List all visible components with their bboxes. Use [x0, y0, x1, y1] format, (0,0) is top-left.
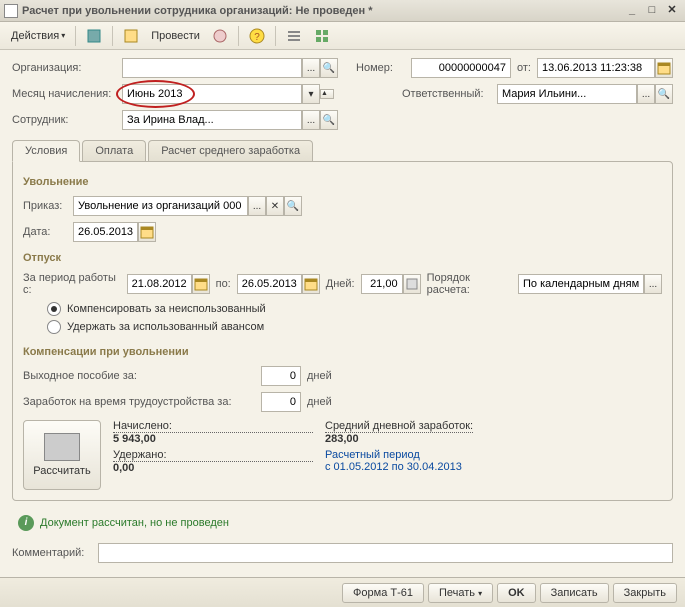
- calc-period-value[interactable]: с 01.05.2012 по 30.04.2013: [325, 461, 473, 473]
- tab-payment[interactable]: Оплата: [82, 140, 146, 161]
- tab-avg-calc[interactable]: Расчет среднего заработка: [148, 140, 313, 161]
- period-to-input[interactable]: [237, 274, 302, 294]
- form-t61-button[interactable]: Форма Т-61: [342, 583, 424, 603]
- calculate-button[interactable]: Рассчитать: [23, 420, 101, 490]
- maximize-icon[interactable]: □: [643, 3, 661, 19]
- print-button[interactable]: Печать ▾: [428, 583, 493, 603]
- save-button[interactable]: Записать: [540, 583, 609, 603]
- period-label: За период работы с:: [23, 272, 123, 296]
- minimize-icon[interactable]: _: [623, 3, 641, 19]
- number-input[interactable]: [411, 58, 511, 78]
- org-search-icon[interactable]: 🔍: [320, 58, 338, 78]
- toolbar-icon-2[interactable]: [118, 25, 144, 47]
- toolbar-icon-4[interactable]: [281, 25, 307, 47]
- tab-conditions[interactable]: Условия: [12, 140, 80, 162]
- avg-label: Средний дневной заработок:: [325, 420, 473, 433]
- close-icon[interactable]: ✕: [663, 3, 681, 19]
- radio-unchecked-icon: [47, 320, 61, 334]
- help-icon[interactable]: ?: [244, 25, 270, 47]
- calendar-icon[interactable]: [655, 58, 673, 78]
- month-input[interactable]: [122, 84, 302, 104]
- days-label: Дней:: [326, 278, 355, 290]
- comment-label: Комментарий:: [12, 547, 98, 559]
- window-title: Расчет при увольнении сотрудника организ…: [22, 5, 623, 17]
- calc-order-ellipsis-button[interactable]: ...: [644, 274, 662, 294]
- toolbar-icon-3[interactable]: [207, 25, 233, 47]
- period-to-calendar-icon[interactable]: [302, 274, 320, 294]
- calc-order-label: Порядок расчета:: [427, 272, 512, 296]
- accrued-label: Начислено:: [113, 420, 313, 433]
- dism-date-label: Дата:: [23, 226, 73, 238]
- earn-input[interactable]: [261, 392, 301, 412]
- emp-ellipsis-button[interactable]: ...: [302, 110, 320, 130]
- org-ellipsis-button[interactable]: ...: [302, 58, 320, 78]
- radio-compensate[interactable]: Компенсировать за неиспользованный: [47, 302, 662, 316]
- resp-ellipsis-button[interactable]: ...: [637, 84, 655, 104]
- earn-unit: дней: [307, 396, 332, 408]
- order-clear-icon[interactable]: ✕: [266, 196, 284, 216]
- avg-value: 283,00: [325, 433, 473, 445]
- date-input[interactable]: [537, 58, 655, 78]
- resp-label: Ответственный:: [402, 88, 497, 100]
- calc-order-input[interactable]: [518, 274, 644, 294]
- month-up-icon[interactable]: ▲: [320, 89, 334, 99]
- order-label: Приказ:: [23, 200, 73, 212]
- order-input[interactable]: [73, 196, 248, 216]
- emp-search-icon[interactable]: 🔍: [320, 110, 338, 130]
- info-icon: i: [18, 515, 34, 531]
- dismissal-title: Увольнение: [23, 176, 662, 188]
- svg-text:?: ?: [254, 32, 260, 43]
- sev-label: Выходное пособие за:: [23, 370, 261, 382]
- resp-search-icon[interactable]: 🔍: [655, 84, 673, 104]
- days-calc-icon[interactable]: [403, 274, 421, 294]
- dism-calendar-icon[interactable]: [138, 222, 156, 242]
- withheld-label: Удержано:: [113, 449, 313, 462]
- comment-input[interactable]: [98, 543, 673, 563]
- ok-button[interactable]: OK: [497, 583, 536, 603]
- dism-date-input[interactable]: [73, 222, 138, 242]
- period-from-input[interactable]: [127, 274, 192, 294]
- earn-label: Заработок на время трудоустройства за:: [23, 396, 261, 408]
- radio-withhold[interactable]: Удержать за использованный авансом: [47, 320, 662, 334]
- calc-period-link[interactable]: Расчетный период: [325, 449, 473, 461]
- withheld-value: 0,00: [113, 462, 313, 474]
- sev-unit: дней: [307, 370, 332, 382]
- toolbar-icon-5[interactable]: [309, 25, 335, 47]
- actions-menu[interactable]: Действия ▾: [6, 25, 70, 47]
- org-label: Организация:: [12, 62, 122, 74]
- order-ellipsis-button[interactable]: ...: [248, 196, 266, 216]
- days-input[interactable]: [361, 274, 403, 294]
- sev-input[interactable]: [261, 366, 301, 386]
- calculator-icon: [44, 433, 80, 461]
- provesti-button[interactable]: Провести: [146, 25, 205, 47]
- vacation-title: Отпуск: [23, 252, 662, 264]
- comp-title: Компенсации при увольнении: [23, 346, 662, 358]
- period-to-label: по:: [216, 278, 231, 290]
- app-icon: [4, 4, 18, 18]
- month-dropdown-icon[interactable]: ▾: [302, 84, 320, 104]
- org-input[interactable]: [122, 58, 302, 78]
- toolbar-icon-1[interactable]: [81, 25, 107, 47]
- emp-label: Сотрудник:: [12, 114, 122, 126]
- accrued-value: 5 943,00: [113, 433, 313, 445]
- close-button[interactable]: Закрыть: [613, 583, 677, 603]
- resp-input[interactable]: [497, 84, 637, 104]
- radio-checked-icon: [47, 302, 61, 316]
- month-label: Месяц начисления:: [12, 88, 122, 100]
- order-search-icon[interactable]: 🔍: [284, 196, 302, 216]
- emp-input[interactable]: [122, 110, 302, 130]
- number-label: Номер:: [356, 62, 411, 74]
- period-from-calendar-icon[interactable]: [192, 274, 210, 294]
- status-text: Документ рассчитан, но не проведен: [40, 517, 229, 529]
- from-label: от:: [517, 62, 531, 74]
